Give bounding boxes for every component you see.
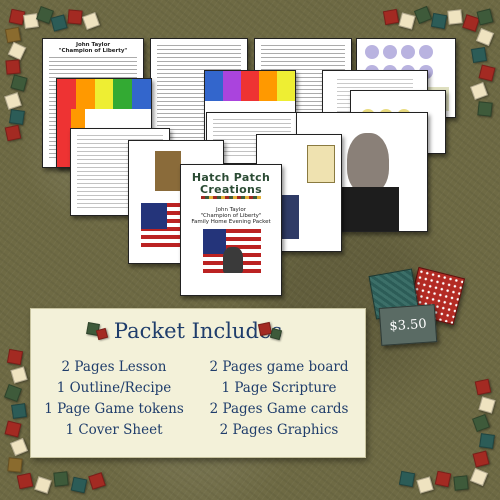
item: 1 Page Scripture [221,380,337,396]
cover-sheet: Hatch Patch Creations John Taylor "Champ… [180,164,282,296]
lesson-subheading: "Champion of Liberty" [58,48,128,54]
panel-title: Packet Includes [113,319,283,343]
cover-product: Family Home Evening Packet [191,219,271,225]
item: 1 Page Game tokens [44,401,184,417]
item: 2 Pages game board [209,359,349,375]
item: 1 Cover Sheet [65,422,163,438]
item: 2 Pages Game cards [209,401,349,417]
item: 2 Pages Graphics [219,422,339,438]
item: 2 Pages Lesson [61,359,167,375]
packet-includes-panel: Packet Includes 2 Pages Lesson 1 Outline… [30,308,366,458]
item: 1 Outline/Recipe [56,380,172,396]
price-tag: $3.50 [378,304,438,346]
left-items: 2 Pages Lesson 1 Outline/Recipe 1 Page G… [39,357,189,441]
right-items: 2 Pages game board 1 Page Scripture 2 Pa… [199,357,359,441]
brand-line-2: Creations [199,183,263,196]
